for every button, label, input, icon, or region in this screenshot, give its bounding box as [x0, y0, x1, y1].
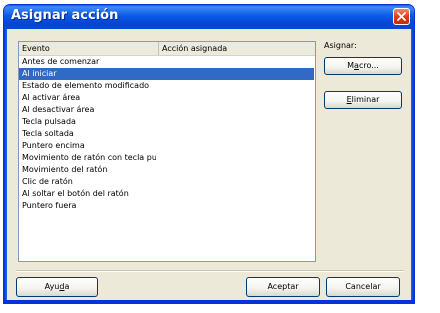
- list-header: Evento Acción asignada: [19, 42, 315, 56]
- macro-button-label-pre: M: [347, 61, 355, 70]
- list-item-selected[interactable]: Al iniciar: [19, 68, 314, 80]
- list-item[interactable]: Tecla pulsada: [19, 116, 156, 128]
- cancel-button[interactable]: Cancelar: [326, 277, 400, 297]
- footer-separator: [16, 270, 404, 272]
- close-icon: [397, 12, 406, 21]
- title-bar[interactable]: Asignar acción: [4, 5, 414, 29]
- list-item[interactable]: Tecla soltada: [19, 128, 156, 140]
- list-item[interactable]: Antes de comenzar: [19, 56, 156, 68]
- accept-button[interactable]: Aceptar: [246, 277, 320, 297]
- help-button-label-pre: Ayu: [44, 282, 60, 291]
- event-list[interactable]: Evento Acción asignada Antes de comenzar…: [18, 41, 316, 262]
- column-header-event[interactable]: Evento: [19, 42, 159, 55]
- list-item[interactable]: Puntero fuera: [19, 200, 156, 212]
- delete-button-label-post: liminar: [351, 95, 380, 104]
- macro-button-label-post: cro...: [358, 61, 379, 70]
- dialog-title: Asignar acción: [11, 8, 119, 23]
- list-item[interactable]: Estado de elemento modificado: [19, 80, 156, 92]
- list-item[interactable]: Clic de ratón: [19, 176, 156, 188]
- delete-button[interactable]: Eliminar: [324, 91, 402, 109]
- list-item[interactable]: Puntero encima: [19, 140, 156, 152]
- list-item[interactable]: Al soltar el botón del ratón: [19, 188, 156, 200]
- help-button[interactable]: Ayuda: [16, 277, 98, 297]
- column-header-assigned-action[interactable]: Acción asignada: [159, 42, 313, 55]
- close-button[interactable]: [393, 8, 410, 25]
- help-button-label-post: a: [64, 282, 70, 291]
- list-item[interactable]: Al desactivar área: [19, 104, 156, 116]
- macro-button[interactable]: Macro...: [324, 57, 402, 75]
- window-border-bottom: [4, 300, 414, 303]
- window-border-right: [411, 29, 414, 303]
- assign-label: Asignar:: [324, 41, 357, 50]
- list-item[interactable]: Movimiento del ratón: [19, 164, 156, 176]
- list-item[interactable]: Movimiento de ratón con tecla pu: [19, 152, 156, 164]
- list-rows: Antes de comenzar Al iniciar Estado de e…: [19, 56, 315, 212]
- list-item[interactable]: Al activar área: [19, 92, 156, 104]
- assign-action-dialog: Asignar acción Evento Acción asignada An…: [3, 4, 415, 304]
- window-border-left: [4, 29, 7, 303]
